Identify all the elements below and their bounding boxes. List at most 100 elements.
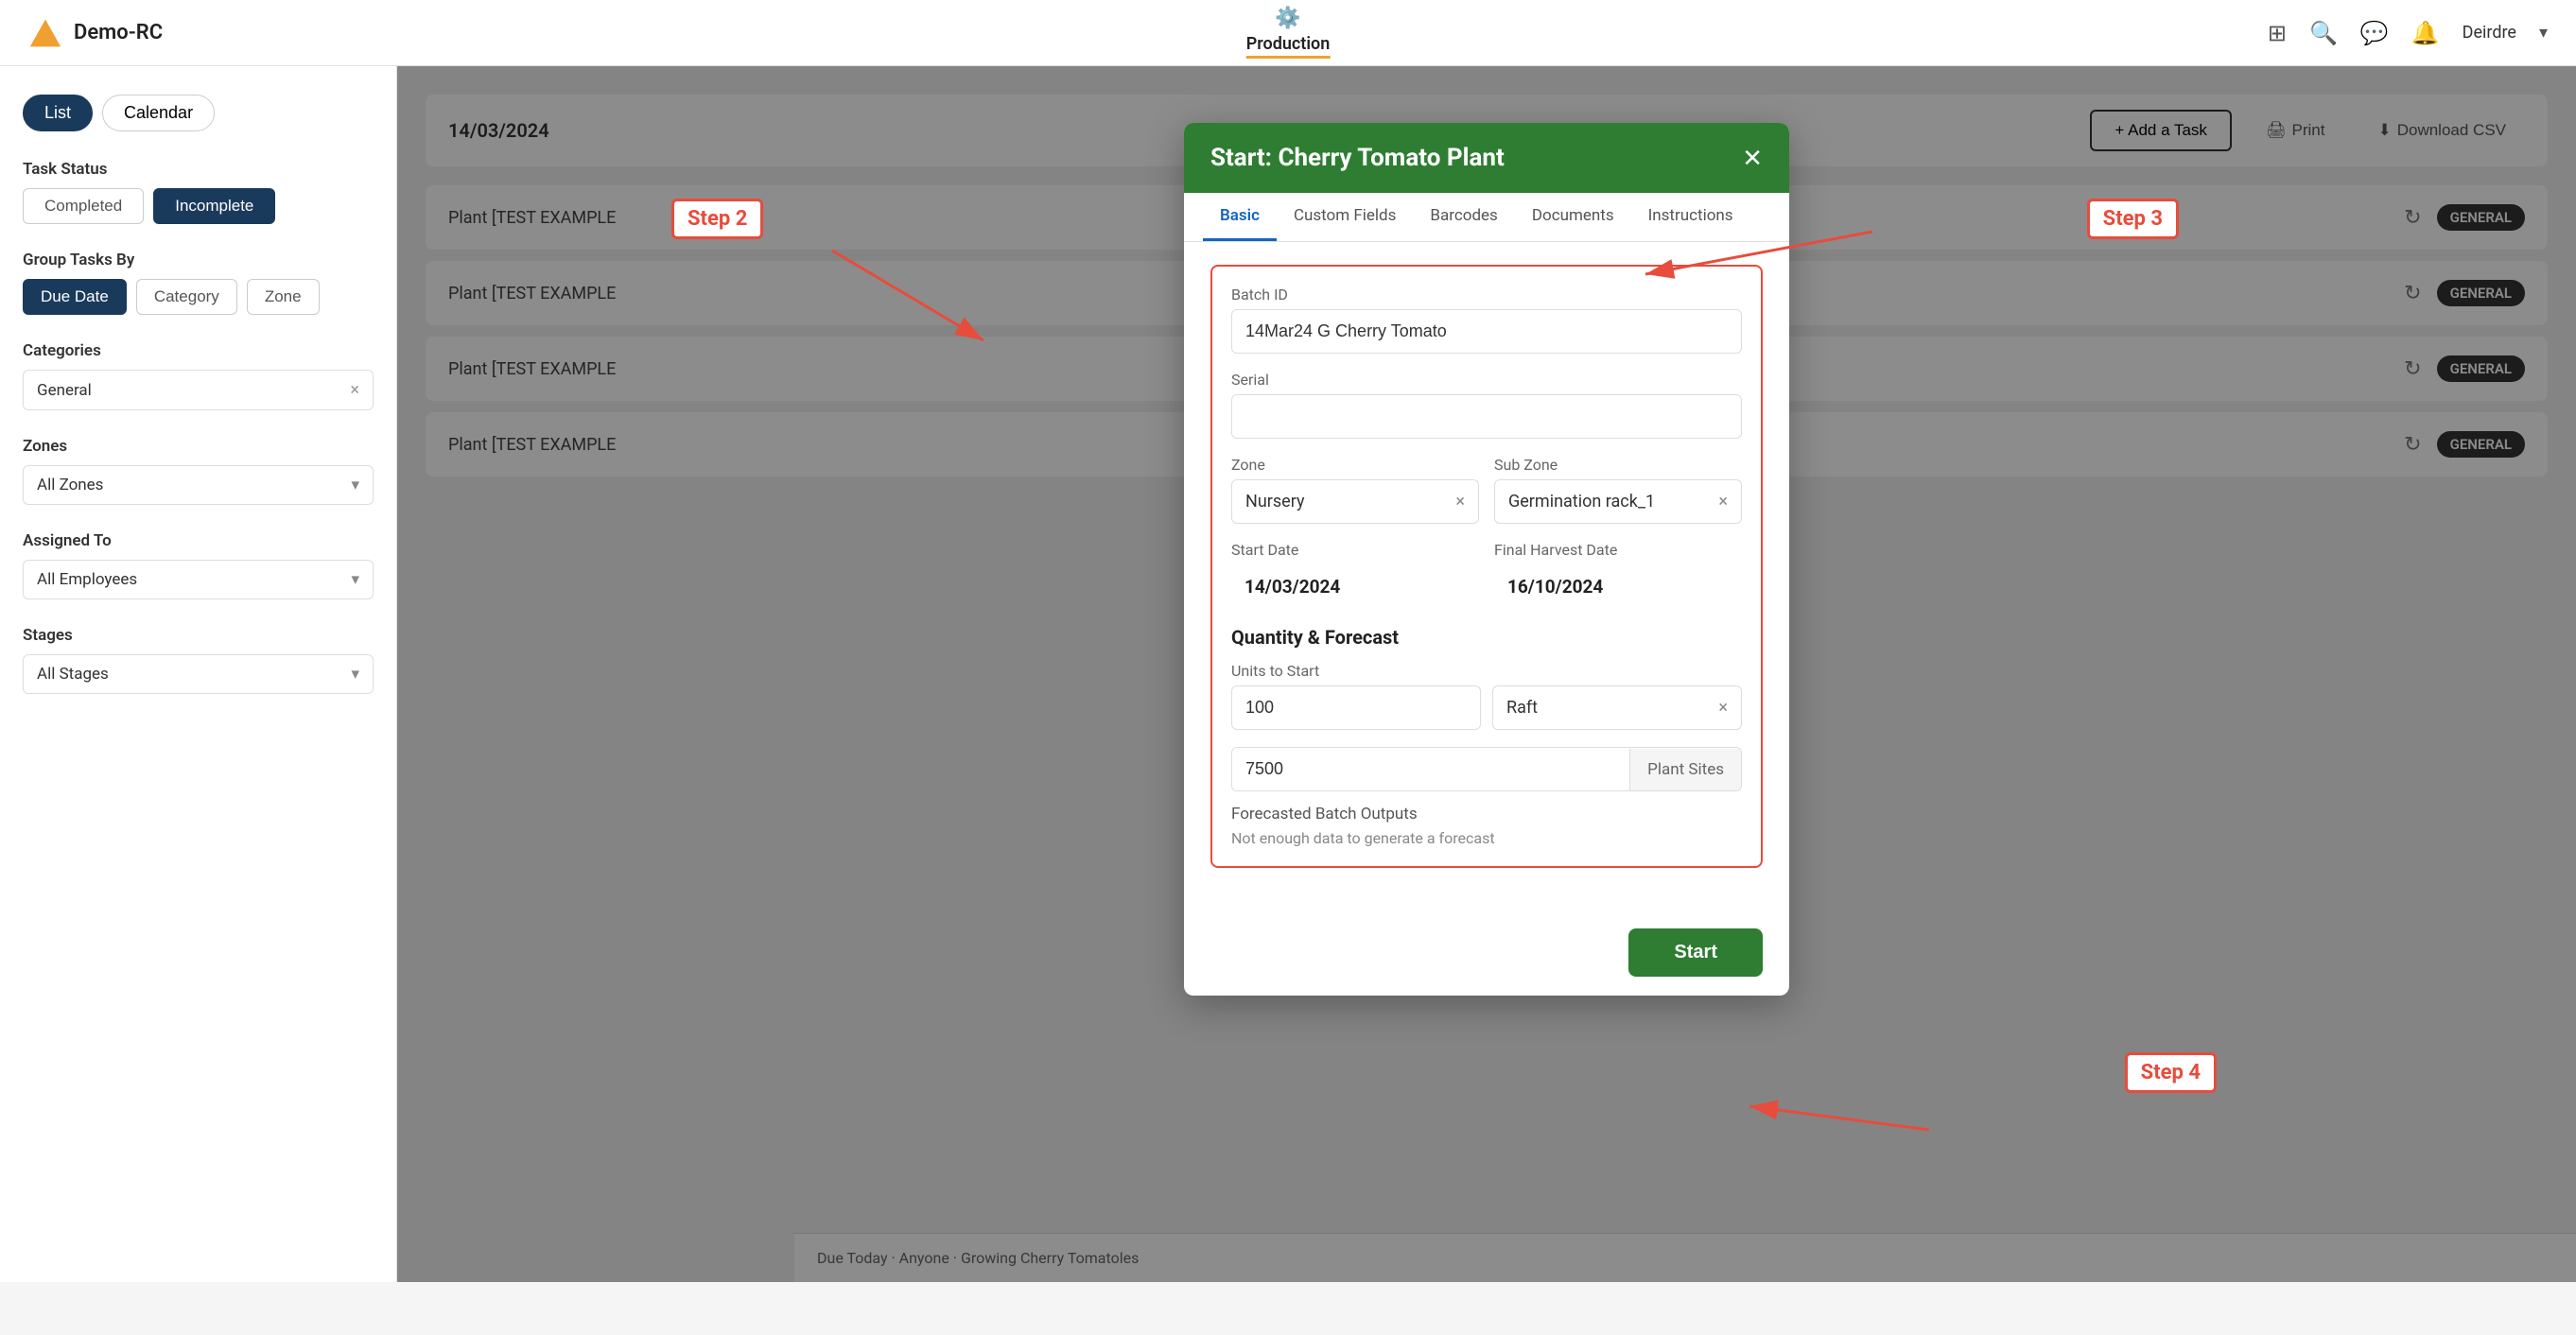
subzone-clear-icon[interactable]: × (1718, 492, 1728, 511)
forecast-label: Forecasted Batch Outputs (1231, 805, 1742, 824)
modal-body: Batch ID Serial Zone Nursery (1184, 242, 1789, 910)
start-date-value: 14/03/2024 (1231, 564, 1479, 609)
zones-chevron-icon: ▾ (351, 476, 359, 494)
unit-type-value: Raft (1506, 698, 1538, 718)
assigned-label: Assigned To (23, 531, 374, 550)
assigned-value: All Employees (37, 570, 137, 589)
view-toggle: List Calendar (23, 95, 374, 131)
modal-tabs: Basic Custom Fields Barcodes Documents I… (1184, 193, 1789, 242)
tab-instructions[interactable]: Instructions (1631, 193, 1750, 241)
modal-header: Start: Cherry Tomato Plant ✕ (1184, 123, 1789, 193)
calendar-toggle-btn[interactable]: Calendar (102, 95, 215, 131)
zones-filter: Zones All Zones ▾ (23, 437, 374, 505)
zones-select[interactable]: All Zones ▾ (23, 465, 374, 505)
incomplete-btn[interactable]: Incomplete (153, 188, 275, 224)
nav-right: ⊞ 🔍 💬 🔔 Deirdre ▾ (2268, 20, 2548, 46)
zones-label: Zones (23, 437, 374, 456)
bell-icon[interactable]: 🔔 (2411, 20, 2440, 46)
assigned-chevron-icon: ▾ (351, 570, 359, 589)
categories-value: General (37, 381, 92, 400)
tab-custom-fields[interactable]: Custom Fields (1277, 193, 1413, 241)
production-icon: ⚙️ (1275, 7, 1300, 30)
categories-select[interactable]: General × (23, 370, 374, 410)
stages-label: Stages (23, 626, 374, 645)
nav-center: ⚙️ Production (1246, 7, 1331, 59)
start-date-group: Start Date 14/03/2024 (1231, 541, 1479, 609)
stages-select[interactable]: All Stages ▾ (23, 654, 374, 694)
dates-row: Start Date 14/03/2024 Final Harvest Date… (1231, 541, 1742, 626)
assigned-select[interactable]: All Employees ▾ (23, 560, 374, 599)
assigned-filter: Assigned To All Employees ▾ (23, 531, 374, 599)
plant-sites-row: Plant Sites (1231, 747, 1742, 791)
harvest-date-label: Final Harvest Date (1494, 541, 1742, 559)
forecast-text: Not enough data to generate a forecast (1231, 829, 1742, 847)
tab-barcodes[interactable]: Barcodes (1413, 193, 1514, 241)
serial-input[interactable] (1231, 394, 1742, 439)
zone-group: Zone Nursery × (1231, 456, 1479, 524)
harvest-date-group: Final Harvest Date 16/10/2024 (1494, 541, 1742, 609)
task-status-buttons: Completed Incomplete (23, 188, 374, 224)
tab-documents[interactable]: Documents (1515, 193, 1631, 241)
stages-value: All Stages (37, 665, 109, 684)
modal-title: Start: Cherry Tomato Plant (1210, 144, 1505, 172)
batch-id-label: Batch ID (1231, 286, 1742, 303)
subzone-select[interactable]: Germination rack_1 × (1494, 479, 1742, 524)
logo-icon (28, 16, 62, 50)
zone-value: Nursery (1245, 492, 1304, 511)
modal-close-btn[interactable]: ✕ (1742, 146, 1763, 170)
nav-production-label: Production (1246, 34, 1331, 54)
chat-icon[interactable]: 💬 (2360, 20, 2389, 46)
category-btn[interactable]: Category (136, 279, 237, 315)
units-input[interactable] (1231, 685, 1481, 730)
zone-btn[interactable]: Zone (247, 279, 320, 315)
grid-icon[interactable]: ⊞ (2268, 20, 2287, 46)
unit-type-clear-icon[interactable]: × (1718, 698, 1728, 718)
app-name: Demo-RC (74, 21, 163, 44)
due-date-btn[interactable]: Due Date (23, 279, 127, 315)
task-status-label: Task Status (23, 160, 374, 179)
modal-overlay: Start: Cherry Tomato Plant ✕ Basic Custo… (397, 66, 2576, 1282)
logo-area: Demo-RC (28, 16, 163, 50)
qty-section-title: Quantity & Forecast (1231, 626, 1742, 649)
stages-chevron-icon: ▾ (351, 665, 359, 684)
batch-id-group: Batch ID (1231, 286, 1742, 354)
unit-type-select[interactable]: Raft × (1492, 685, 1742, 730)
qty-row: Raft × (1231, 685, 1742, 730)
units-group: Units to Start Raft × (1231, 662, 1742, 730)
group-tasks-label: Group Tasks By (23, 251, 374, 269)
nav-production[interactable]: ⚙️ Production (1246, 7, 1331, 59)
categories-filter: Categories General × (23, 341, 374, 410)
main-content: 14/03/2024 + Add a Task 🖨 Print ⬇ Downlo… (397, 66, 2576, 1282)
plant-sites-input[interactable] (1232, 748, 1629, 790)
categories-clear-icon[interactable]: × (350, 380, 359, 400)
categories-label: Categories (23, 341, 374, 360)
subzone-label: Sub Zone (1494, 456, 1742, 474)
list-toggle-btn[interactable]: List (23, 95, 93, 131)
user-menu[interactable]: Deirdre (2463, 23, 2516, 43)
group-tasks-buttons: Due Date Category Zone (23, 279, 374, 315)
completed-btn[interactable]: Completed (23, 188, 144, 224)
serial-group: Serial (1231, 371, 1742, 439)
group-tasks-filter: Group Tasks By Due Date Category Zone (23, 251, 374, 315)
start-button[interactable]: Start (1628, 928, 1763, 977)
units-label: Units to Start (1231, 662, 1742, 680)
tab-basic[interactable]: Basic (1203, 193, 1277, 241)
zone-select[interactable]: Nursery × (1231, 479, 1479, 524)
subzone-group: Sub Zone Germination rack_1 × (1494, 456, 1742, 524)
zone-clear-icon[interactable]: × (1455, 492, 1465, 511)
sidebar: List Calendar Task Status Completed Inco… (0, 66, 397, 1282)
search-icon[interactable]: 🔍 (2309, 20, 2338, 46)
form-section: Batch ID Serial Zone Nursery (1210, 265, 1763, 868)
start-date-label: Start Date (1231, 541, 1479, 559)
zones-value: All Zones (37, 476, 103, 494)
harvest-date-value: 16/10/2024 (1494, 564, 1742, 609)
stages-filter: Stages All Stages ▾ (23, 626, 374, 694)
task-status-filter: Task Status Completed Incomplete (23, 160, 374, 224)
batch-id-input[interactable] (1231, 309, 1742, 354)
zone-label: Zone (1231, 456, 1479, 474)
zone-subzone-row: Zone Nursery × Sub Zone Germination rack… (1231, 456, 1742, 541)
top-nav: Demo-RC ⚙️ Production ⊞ 🔍 💬 🔔 Deirdre ▾ (0, 0, 2576, 66)
modal: Start: Cherry Tomato Plant ✕ Basic Custo… (1184, 123, 1789, 996)
subzone-value: Germination rack_1 (1508, 492, 1655, 511)
user-caret: ▾ (2539, 23, 2548, 43)
